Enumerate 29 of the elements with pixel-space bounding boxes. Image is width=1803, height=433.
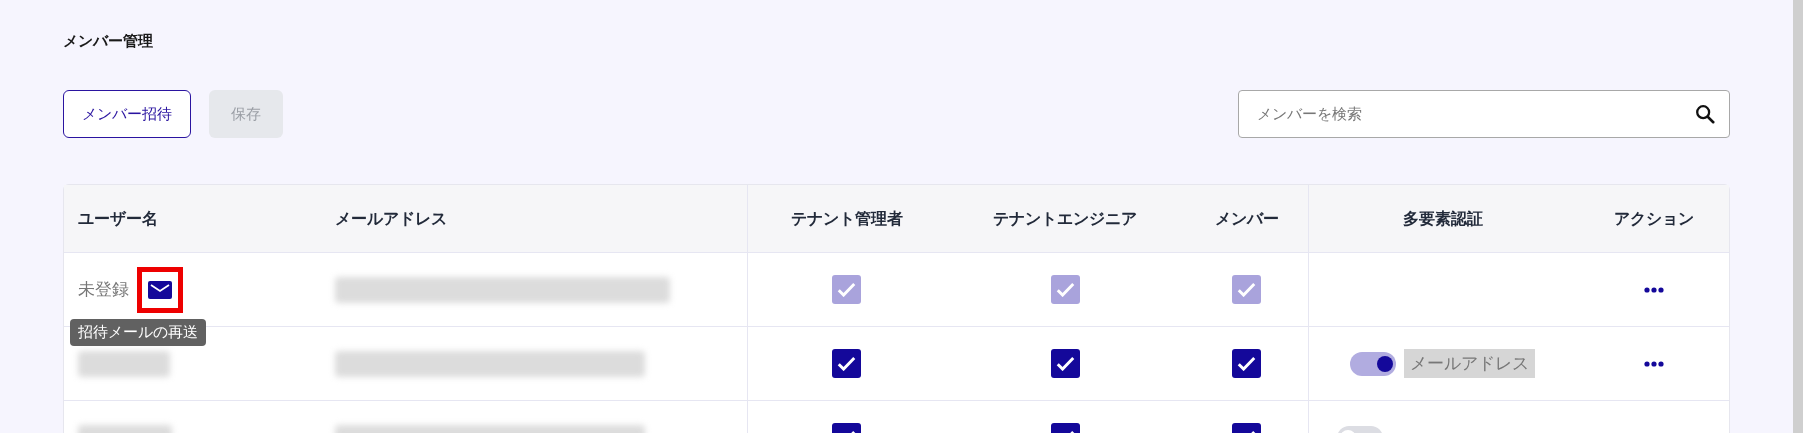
column-header: ユーザー名 xyxy=(78,208,158,230)
check-icon xyxy=(837,356,856,371)
column-header: メールアドレス xyxy=(335,208,447,230)
role-checkbox[interactable] xyxy=(1050,349,1080,378)
user-name: 未登録 xyxy=(78,277,129,301)
page-title: メンバー管理 xyxy=(63,31,154,52)
invite-button[interactable]: メンバー招待 xyxy=(63,90,191,138)
check-icon xyxy=(837,282,856,297)
more-icon[interactable] xyxy=(1643,286,1664,293)
column-header: テナントエンジニア xyxy=(993,208,1137,230)
more-icon[interactable] xyxy=(1643,360,1664,367)
mfa-method-label: メールアドレス xyxy=(1404,348,1535,379)
check-icon xyxy=(1237,356,1256,371)
role-checkbox[interactable] xyxy=(832,349,861,378)
column-header: メンバー xyxy=(1214,208,1279,230)
column-header: テナント管理者 xyxy=(790,208,903,230)
check-icon xyxy=(1055,282,1075,297)
column-header: 多要素認証 xyxy=(1402,208,1483,230)
tooltip: 招待メールの再送 xyxy=(70,319,206,346)
envelope-icon xyxy=(148,280,172,299)
column-header: アクション xyxy=(1613,208,1694,230)
search-field[interactable]: メンバーを検索 xyxy=(1238,90,1730,138)
check-icon xyxy=(1237,282,1256,297)
check-icon xyxy=(1055,356,1075,371)
scrollbar[interactable] xyxy=(1793,0,1803,433)
role-checkbox[interactable] xyxy=(1232,349,1261,378)
mfa-toggle[interactable] xyxy=(1350,351,1396,376)
search-icon[interactable] xyxy=(1694,103,1716,125)
resend-mail-button[interactable] xyxy=(137,266,183,313)
